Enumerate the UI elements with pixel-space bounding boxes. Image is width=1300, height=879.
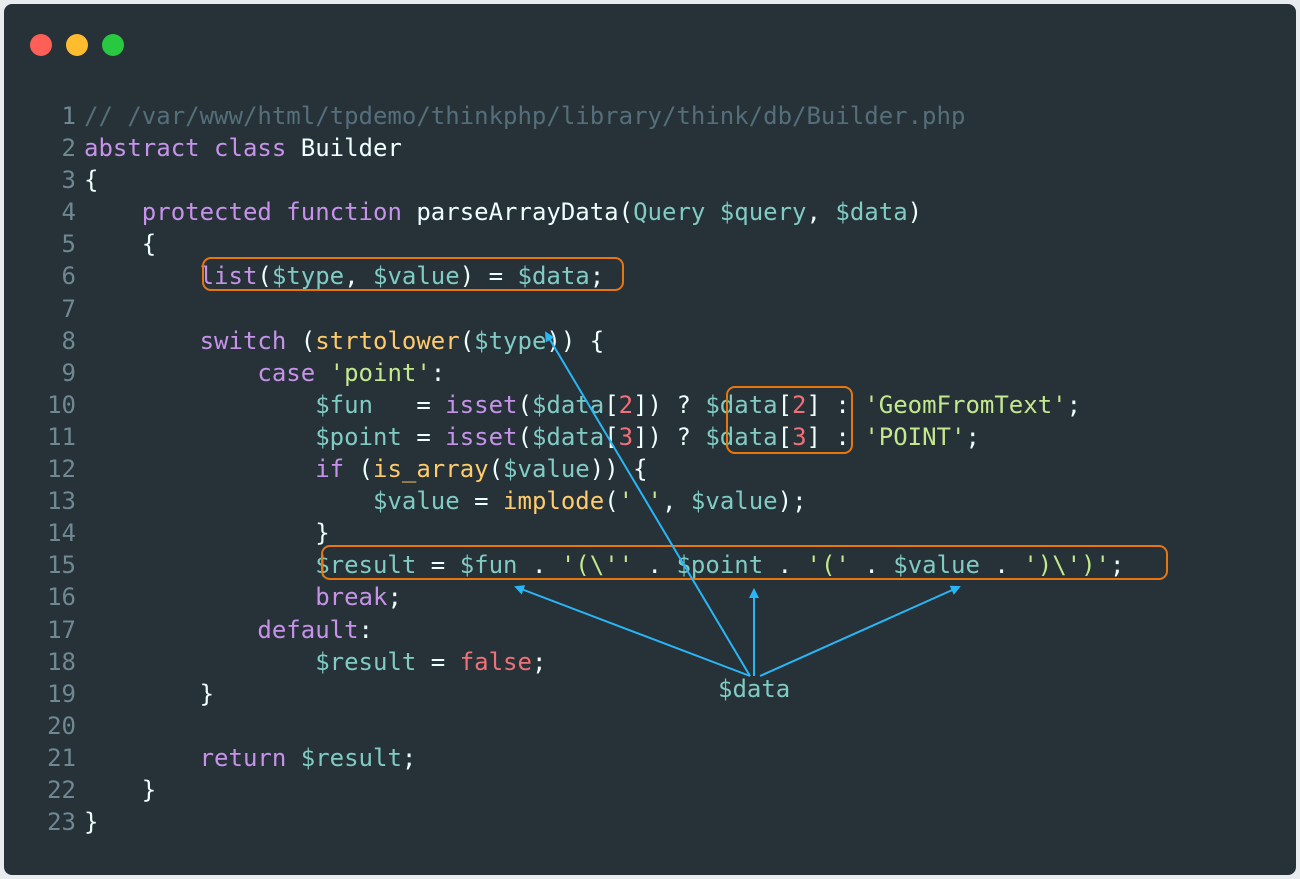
data-annotation-label: $data: [718, 675, 791, 703]
annotation-arrows: [514, 331, 961, 677]
code-window: 1// /var/www/html/tpdemo/thinkphp/librar…: [4, 4, 1296, 875]
arrow-to-fun: [514, 585, 751, 677]
arrow-to-type: [544, 331, 751, 677]
arrow-to-value: [759, 585, 961, 677]
